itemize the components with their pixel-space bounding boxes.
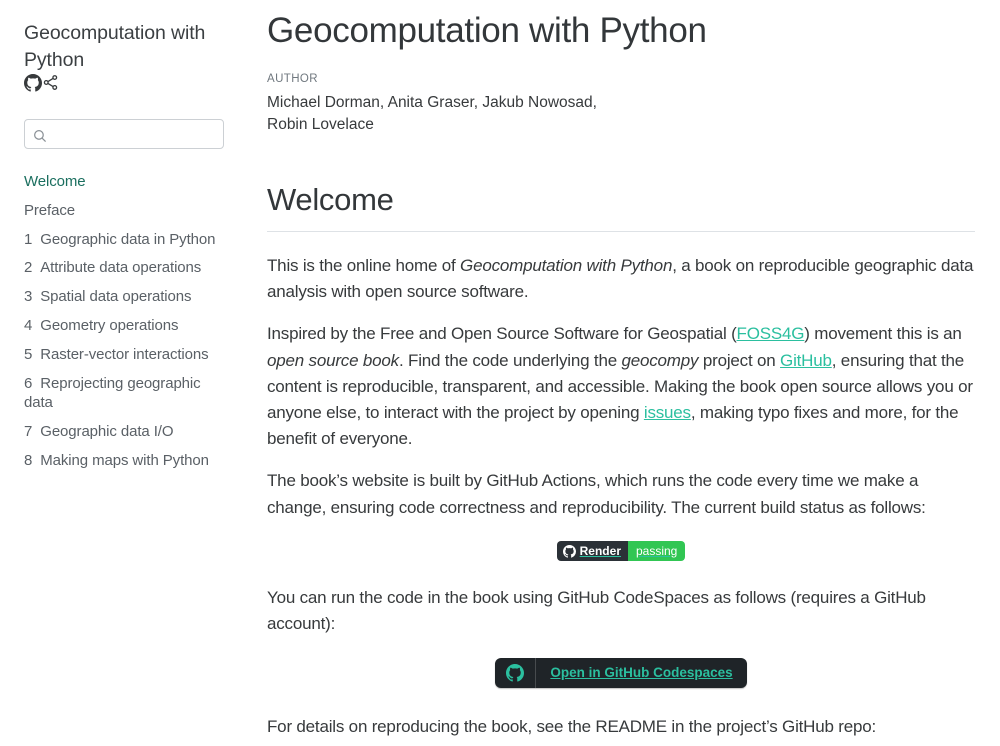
- section-title-welcome: Welcome: [267, 181, 975, 232]
- sidebar-item-preface[interactable]: Preface: [24, 201, 230, 221]
- badge-workflow-label: Render: [580, 541, 621, 561]
- search-box: [24, 119, 224, 149]
- open-codespaces-button[interactable]: Open in GitHub Codespaces: [495, 658, 746, 688]
- link-github[interactable]: GitHub: [780, 351, 832, 370]
- build-status-badge[interactable]: Render passing: [557, 541, 686, 561]
- paragraph-readme: For details on reproducing the book, see…: [267, 714, 975, 746]
- github-icon: [563, 541, 576, 561]
- author-block: AUTHOR Michael Dorman, Anita Graser, Jak…: [267, 73, 975, 137]
- author-names: Michael Dorman, Anita Graser, Jakub Nowo…: [267, 92, 975, 137]
- text-segment: . Find the code underlying the: [399, 351, 622, 370]
- book-title-link[interactable]: Geocomputation with Python: [24, 20, 230, 74]
- italic-geocompy: geocompy: [621, 351, 698, 370]
- github-icon: [495, 658, 535, 688]
- paragraph-intro: This is the online home of Geocomputatio…: [267, 253, 975, 305]
- text-segment: project on: [698, 351, 780, 370]
- sidebar-item-chapter-3[interactable]: 3Spatial data operations: [24, 287, 230, 307]
- share-icon: [42, 74, 59, 91]
- codespaces-button-row: Open in GitHub Codespaces: [267, 653, 975, 698]
- sidebar-item-chapter-7[interactable]: 7Geographic data I/O: [24, 422, 230, 442]
- sidebar-item-chapter-5[interactable]: 5Raster-vector interactions: [24, 345, 230, 365]
- badge-status-label: passing: [628, 541, 685, 561]
- sidebar-item-chapter-6[interactable]: 6Reprojecting geographic data: [24, 374, 230, 414]
- codespaces-button-label: Open in GitHub Codespaces: [536, 658, 746, 688]
- sidebar: Geocomputation with Python Welcome Prefa…: [0, 0, 250, 746]
- text-segment: For details on reproducing the book, see…: [267, 717, 876, 736]
- sidebar-nav: Welcome Preface 1Geographic data in Pyth…: [24, 172, 230, 471]
- page-title: Geocomputation with Python: [267, 10, 975, 52]
- sidebar-item-chapter-8[interactable]: 8Making maps with Python: [24, 451, 230, 471]
- badge-row: Render passing: [267, 537, 975, 569]
- sidebar-item-chapter-1[interactable]: 1Geographic data in Python: [24, 230, 230, 250]
- sidebar-item-welcome[interactable]: Welcome: [24, 172, 230, 192]
- search-input[interactable]: [24, 119, 224, 149]
- paragraph-codespaces: You can run the code in the book using G…: [267, 585, 975, 637]
- author-names-line: Robin Lovelace: [267, 114, 975, 136]
- share-link[interactable]: [42, 74, 59, 91]
- link-issues[interactable]: issues: [644, 403, 691, 422]
- book-title-italic: Geocomputation with Python: [460, 256, 672, 275]
- paragraph-build-status: The book’s website is built by GitHub Ac…: [267, 468, 975, 520]
- paragraph-open-source: Inspired by the Free and Open Source Sof…: [267, 321, 975, 452]
- text-segment: ) movement this is an: [804, 324, 961, 343]
- italic-open-source-book: open source book: [267, 351, 399, 370]
- github-repo-link[interactable]: [24, 74, 42, 91]
- sidebar-item-chapter-4[interactable]: 4Geometry operations: [24, 316, 230, 336]
- text-segment: This is the online home of: [267, 256, 460, 275]
- github-icon: [24, 74, 42, 91]
- book-title-text: Geocomputation with Python: [24, 22, 205, 71]
- text-segment: Inspired by the Free and Open Source Sof…: [267, 324, 737, 343]
- author-label: AUTHOR: [267, 73, 975, 85]
- main-content: Geocomputation with Python AUTHOR Michae…: [250, 0, 1000, 746]
- page: Geocomputation with Python Welcome Prefa…: [0, 0, 1000, 746]
- link-foss4g[interactable]: FOSS4G: [737, 324, 805, 343]
- author-names-line: Michael Dorman, Anita Graser, Jakub Nowo…: [267, 92, 975, 114]
- badge-left: Render: [557, 541, 628, 561]
- sidebar-item-chapter-2[interactable]: 2Attribute data operations: [24, 258, 230, 278]
